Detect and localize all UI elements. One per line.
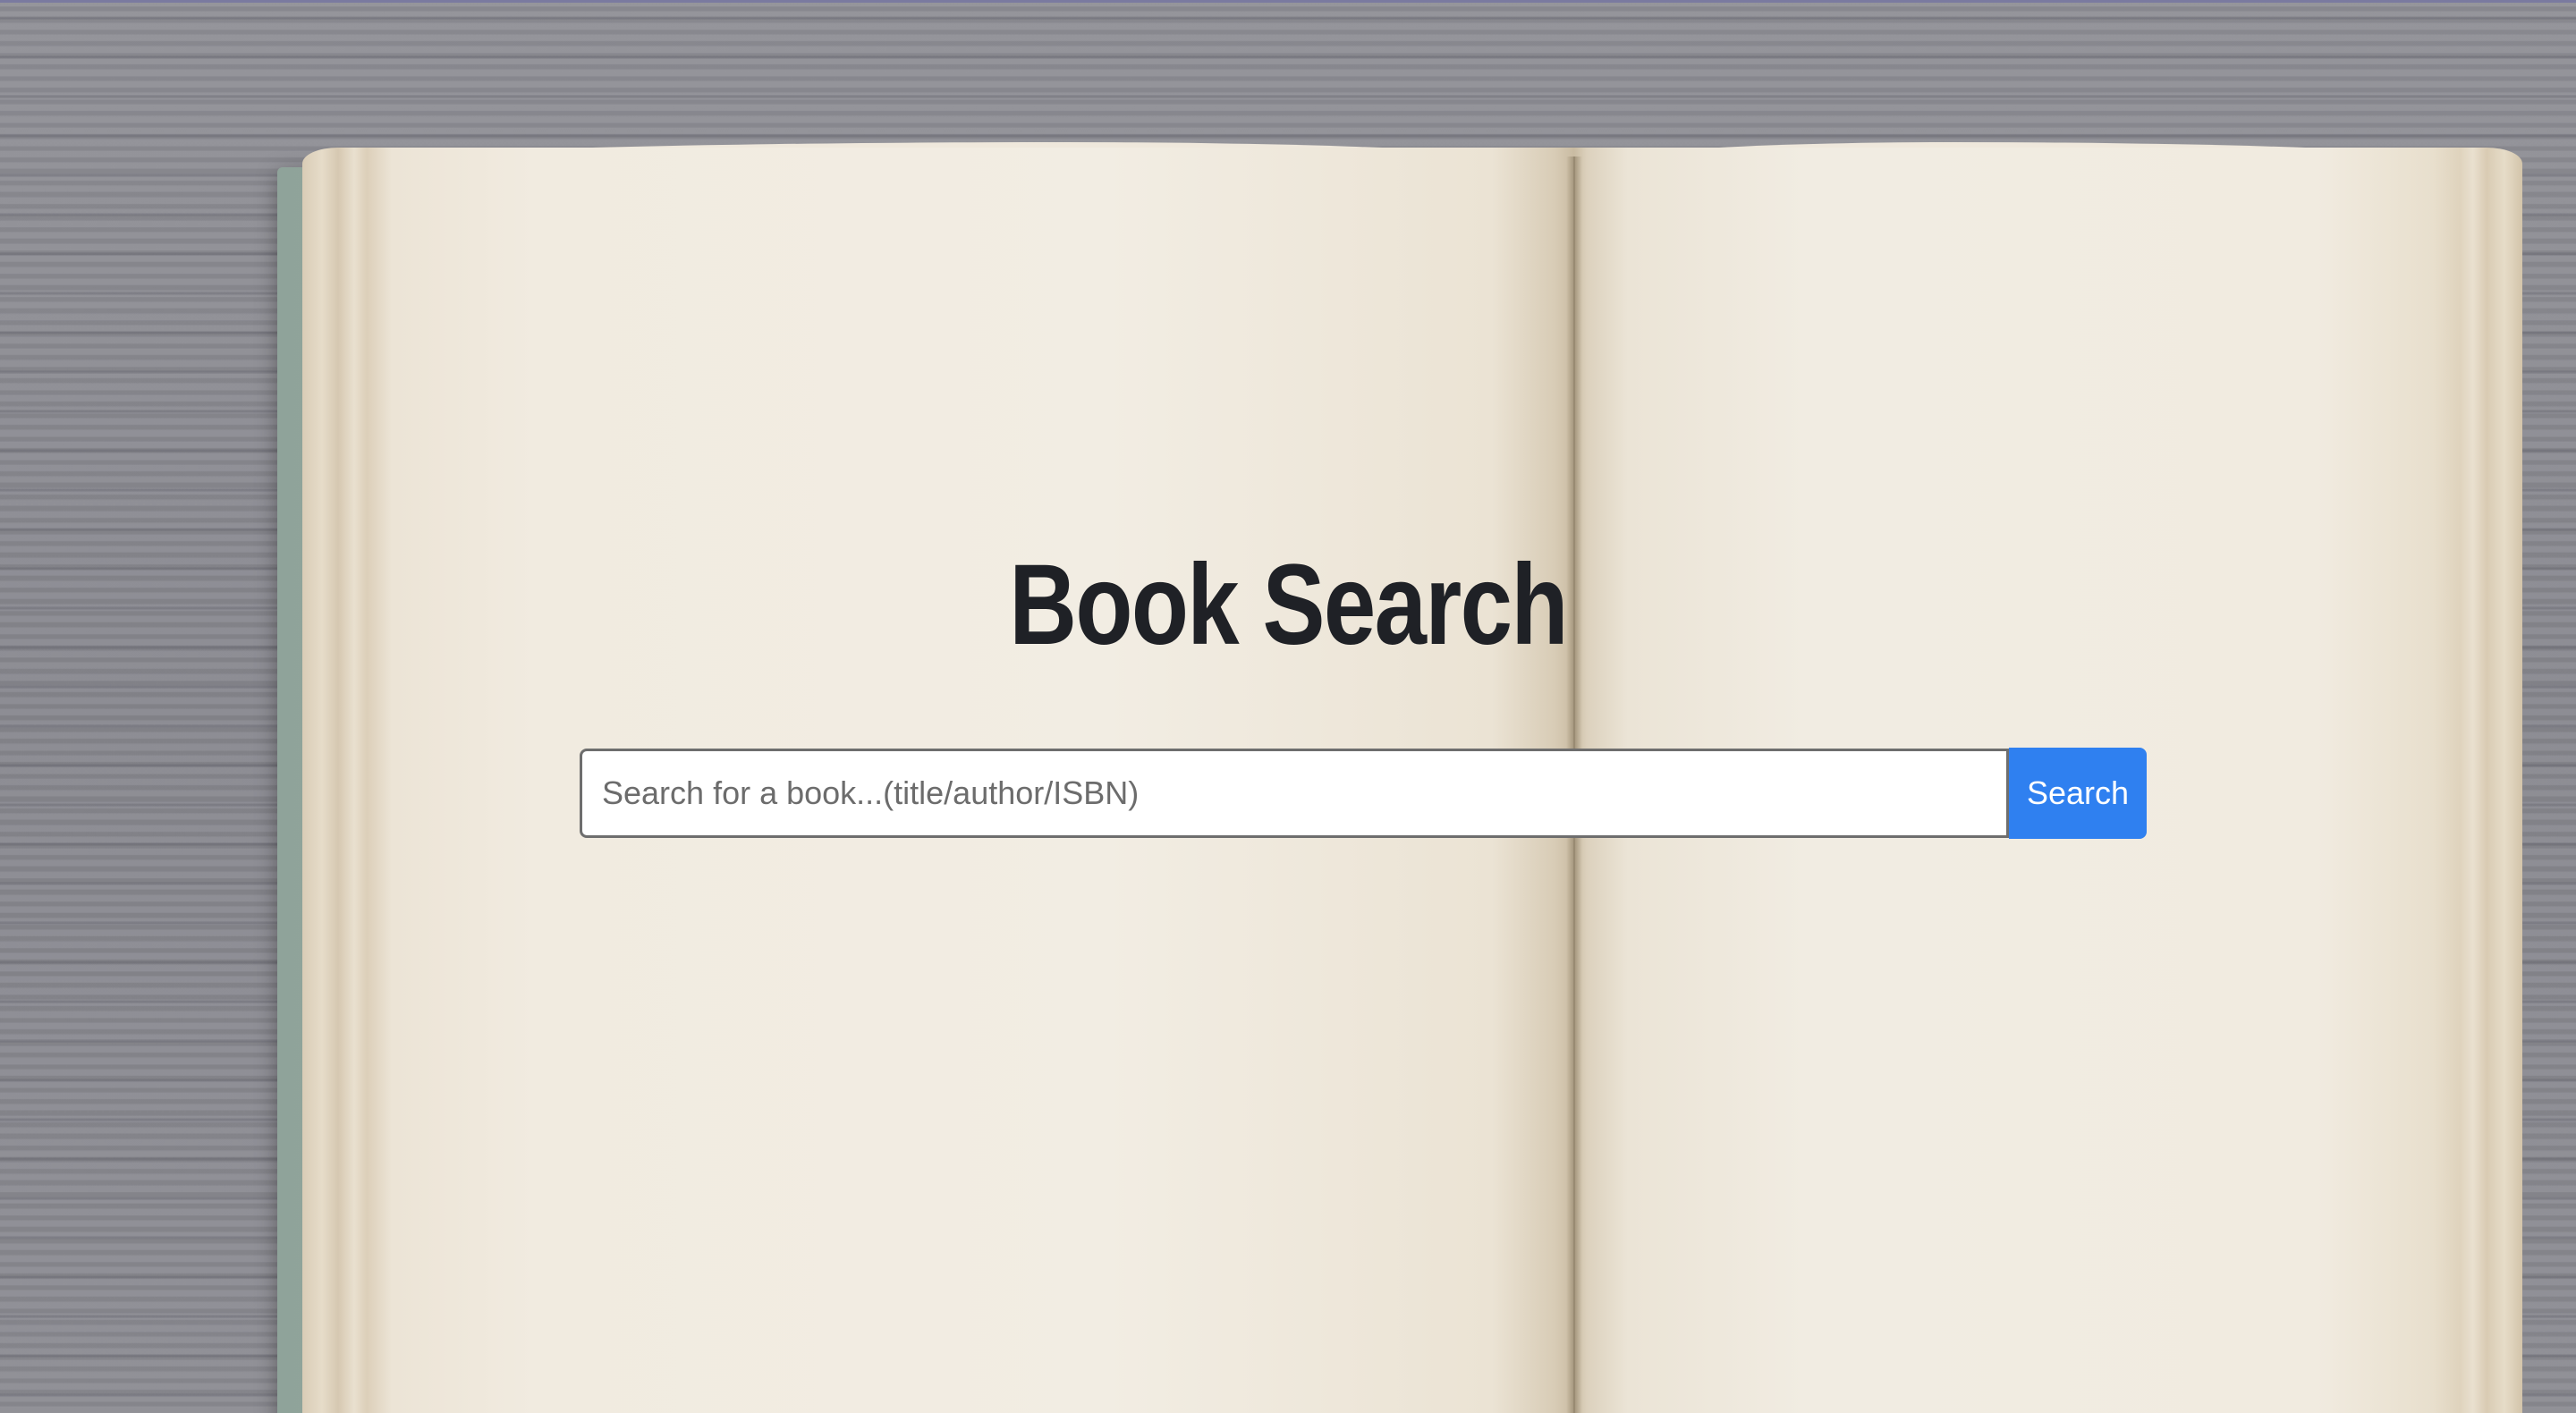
page-title: Book Search <box>1009 541 1568 669</box>
search-input[interactable] <box>580 749 2009 838</box>
top-border <box>0 0 2576 3</box>
search-form: Search <box>580 748 2147 839</box>
search-button[interactable]: Search <box>2009 748 2147 839</box>
